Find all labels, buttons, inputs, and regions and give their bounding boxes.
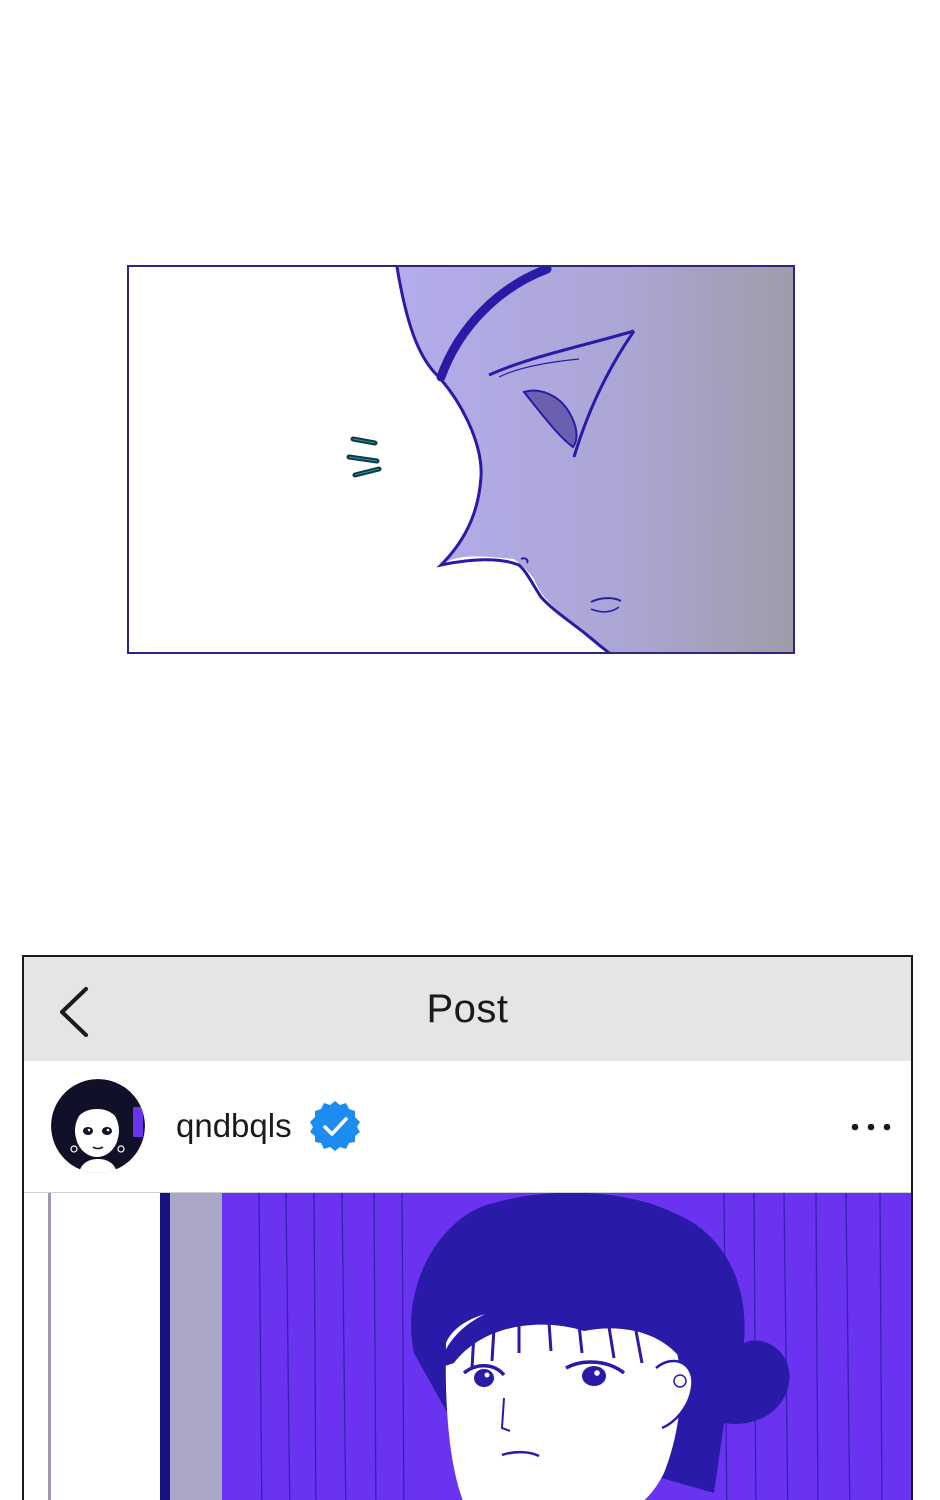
social-post-card: Post qndbqls xyxy=(22,955,913,1500)
comic-page: Post qndbqls xyxy=(0,0,940,1500)
post-image[interactable] xyxy=(24,1193,911,1500)
post-illustration xyxy=(24,1193,911,1500)
avatar-illustration xyxy=(51,1079,145,1173)
more-horizontal-icon xyxy=(851,1123,891,1131)
post-author-row: qndbqls xyxy=(24,1061,911,1193)
verified-badge xyxy=(308,1099,362,1158)
profile-face-illustration xyxy=(346,267,793,652)
avatar[interactable] xyxy=(51,1079,145,1173)
more-options-button[interactable] xyxy=(849,1107,893,1147)
page-title: Post xyxy=(426,987,509,1031)
author-username[interactable]: qndbqls xyxy=(176,1107,292,1145)
post-header-bar: Post xyxy=(24,957,911,1061)
comic-panel xyxy=(127,265,795,654)
verified-badge-icon xyxy=(310,1101,360,1151)
